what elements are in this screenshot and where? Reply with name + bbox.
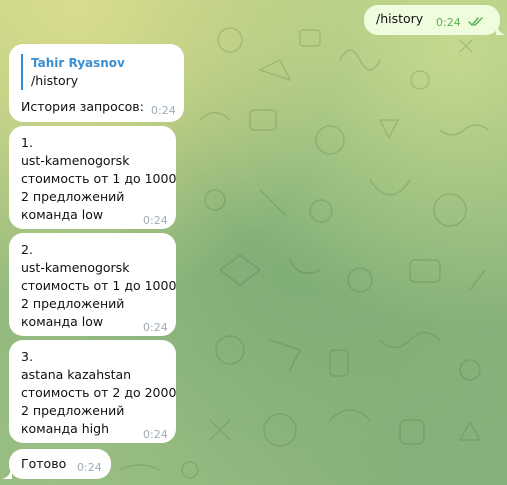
outgoing-bubble-tail: [496, 23, 506, 35]
history-3-time: 0:24: [143, 428, 168, 441]
history-message-1[interactable]: 1. ust-kamenogorsk стоимость от 1 до 100…: [9, 126, 176, 229]
history-2-line-2: ust-kamenogorsk: [21, 260, 130, 275]
reply-message-text: История запросов:: [21, 99, 144, 114]
incoming-bubble-tail: [2, 467, 12, 479]
chat-area: /history 0:24 Tahir Ryasnov /history Ист…: [0, 0, 507, 485]
reply-author: Tahir Ryasnov: [31, 56, 125, 70]
reply-quote-text: /history: [31, 73, 79, 88]
history-message-2[interactable]: 2. ust-kamenogorsk стоимость от 1 до 100…: [9, 233, 176, 336]
reply-message[interactable]: Tahir Ryasnov /history История запросов:…: [9, 44, 184, 122]
done-message-text: Готово: [21, 456, 67, 471]
history-1-time: 0:24: [143, 214, 168, 227]
history-3-line-2: astana kazahstan: [21, 367, 132, 382]
reply-message-time: 0:24: [151, 104, 176, 117]
outgoing-message-time: 0:24: [436, 16, 461, 29]
history-2-line-1: 2.: [21, 242, 33, 257]
history-2-time: 0:24: [143, 321, 168, 334]
history-1-line-3: стоимость от 1 до 1000: [21, 171, 177, 186]
history-3-line-3: стоимость от 2 до 2000: [21, 385, 177, 400]
done-message-time: 0:24: [77, 461, 102, 474]
history-2-line-4: 2 предложений: [21, 296, 125, 311]
done-message[interactable]: Готово 0:24: [9, 449, 111, 479]
history-1-line-4: 2 предложений: [21, 189, 125, 204]
history-2-line-3: стоимость от 1 до 1000: [21, 278, 177, 293]
outgoing-message[interactable]: /history 0:24: [364, 5, 500, 35]
reply-quote[interactable]: Tahir Ryasnov /history: [21, 54, 172, 90]
history-message-3[interactable]: 3. astana kazahstan стоимость от 2 до 20…: [9, 340, 176, 443]
history-3-line-1: 3.: [21, 349, 33, 364]
outgoing-message-text: /history: [376, 11, 424, 26]
history-1-line-2: ust-kamenogorsk: [21, 153, 130, 168]
history-3-line-4: 2 предложений: [21, 403, 125, 418]
history-1-line-1: 1.: [21, 135, 33, 150]
read-checkmarks-icon: [468, 17, 483, 27]
